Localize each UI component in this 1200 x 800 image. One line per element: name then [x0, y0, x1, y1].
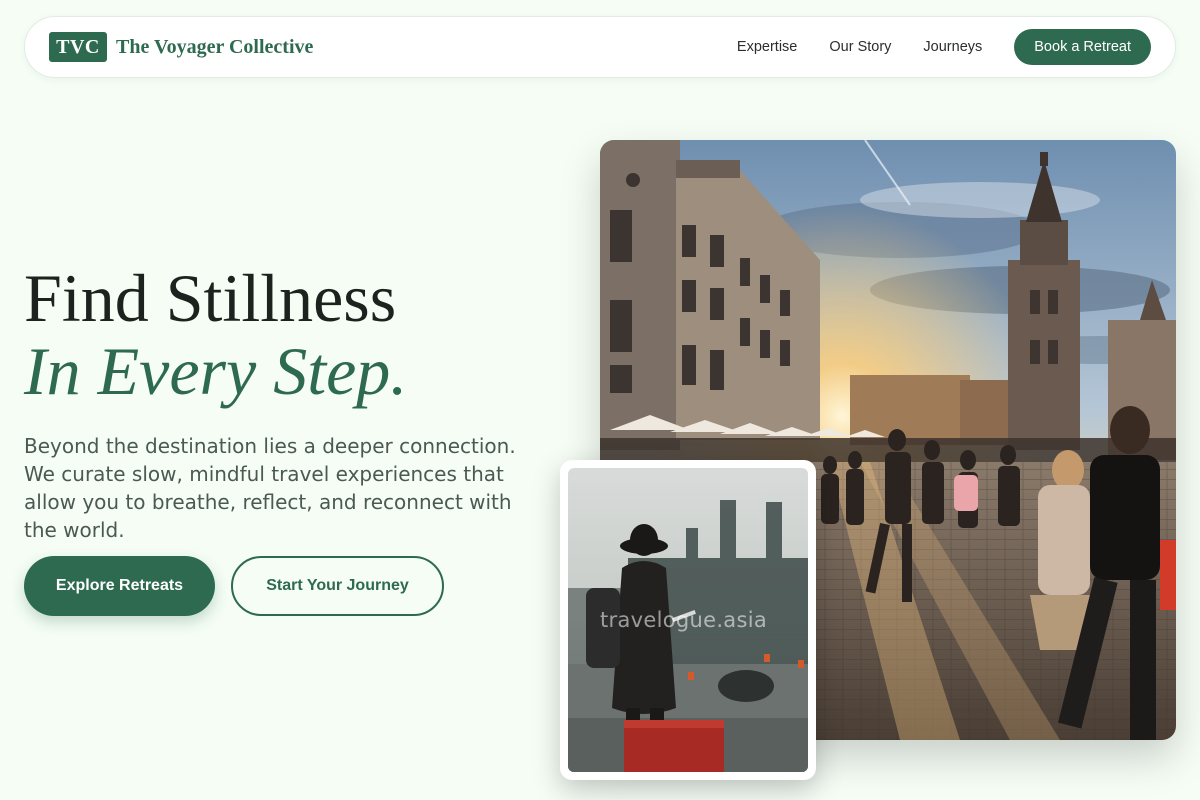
nav-link-our-story[interactable]: Our Story [829, 39, 891, 55]
brand-name[interactable]: The Voyager Collective [116, 36, 313, 59]
explore-retreats-button[interactable]: Explore Retreats [24, 556, 215, 616]
headline-line-1: Find Stillness [24, 260, 397, 336]
brand-logo-mark[interactable]: TVC [49, 32, 107, 62]
nav-link-journeys[interactable]: Journeys [923, 39, 982, 55]
brand[interactable]: TVC The Voyager Collective [49, 32, 313, 62]
headline-line-2: In Every Step. [24, 333, 408, 410]
hero-headline: Find Stillness In Every Step. [24, 260, 408, 410]
main-nav: Expertise Our Story Journeys Book a Retr… [737, 29, 1151, 65]
inset-photo-frame: travelogue.asia [560, 460, 816, 780]
image-watermark: travelogue.asia [600, 608, 768, 632]
hero-description: Beyond the destination lies a deeper con… [24, 434, 516, 542]
navbar: TVC The Voyager Collective Expertise Our… [24, 16, 1176, 78]
nav-link-expertise[interactable]: Expertise [737, 39, 797, 55]
start-journey-button[interactable]: Start Your Journey [231, 556, 444, 616]
book-retreat-button[interactable]: Book a Retreat [1014, 29, 1151, 65]
traveler-silhouette-photo: travelogue.asia [568, 468, 808, 772]
